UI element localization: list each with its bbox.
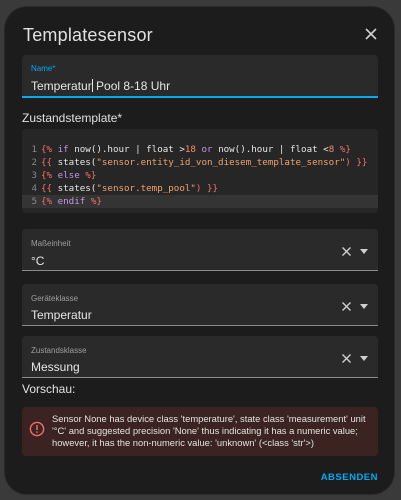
template-code-editor[interactable]: 1 {% if now().hour | float >18 or now().… bbox=[22, 129, 378, 213]
code-line: 3 {% else %} bbox=[22, 169, 378, 182]
state-class-value: Messung bbox=[31, 360, 80, 374]
clear-icon[interactable] bbox=[341, 246, 352, 257]
line-number: 3 bbox=[31, 170, 37, 181]
name-field[interactable]: Name* Temperatur Pool 8-18 Uhr bbox=[22, 55, 378, 98]
template-sensor-dialog: Templatesensor Name* Temperatur Pool 8-1… bbox=[5, 7, 394, 494]
dropdown-arrow-icon[interactable] bbox=[360, 356, 368, 361]
name-value-part2: Pool 8-18 Uhr bbox=[92, 79, 171, 93]
code-line: 1 {% if now().hour | float >18 or now().… bbox=[22, 143, 378, 156]
preview-label: Vorschau: bbox=[22, 382, 76, 396]
unit-select[interactable]: Maßeinheit °C bbox=[22, 229, 378, 271]
line-number: 2 bbox=[31, 157, 37, 168]
template-label: Zustandstemplate* bbox=[22, 111, 123, 125]
submit-button[interactable]: ABSENDEN bbox=[321, 472, 378, 483]
state-class-label: Zustandsklasse bbox=[31, 346, 87, 355]
dropdown-arrow-icon[interactable] bbox=[360, 249, 368, 254]
alert-circle-icon bbox=[29, 421, 45, 437]
name-field-value[interactable]: Temperatur Pool 8-18 Uhr bbox=[31, 79, 170, 93]
device-class-label: Geräteklasse bbox=[31, 294, 79, 303]
line-number: 4 bbox=[31, 183, 37, 194]
name-value-part1: Temperatur bbox=[31, 79, 92, 93]
line-number: 5 bbox=[31, 196, 37, 207]
device-class-select[interactable]: Geräteklasse Temperatur bbox=[22, 284, 378, 326]
alert-message: Sensor None has device class 'temperatur… bbox=[52, 413, 366, 448]
unit-label: Maßeinheit bbox=[31, 239, 71, 248]
code-line-active: 5 {% endif %} bbox=[22, 195, 378, 208]
device-class-value: Temperatur bbox=[31, 308, 92, 322]
close-icon[interactable] bbox=[362, 25, 380, 43]
code-line: 4 {{ states("sensor.temp_pool") }} bbox=[22, 182, 378, 195]
name-field-label: Name* bbox=[31, 64, 56, 73]
error-alert: Sensor None has device class 'temperatur… bbox=[22, 407, 378, 456]
code-line: 2 {{ states("sensor.entity_id_von_diesem… bbox=[22, 156, 378, 169]
line-number: 1 bbox=[31, 144, 37, 155]
dropdown-arrow-icon[interactable] bbox=[360, 304, 368, 309]
clear-icon[interactable] bbox=[341, 301, 352, 312]
clear-icon[interactable] bbox=[341, 353, 352, 364]
dialog-title: Templatesensor bbox=[23, 25, 153, 45]
state-class-select[interactable]: Zustandsklasse Messung bbox=[22, 336, 378, 378]
unit-value: °C bbox=[31, 254, 45, 268]
